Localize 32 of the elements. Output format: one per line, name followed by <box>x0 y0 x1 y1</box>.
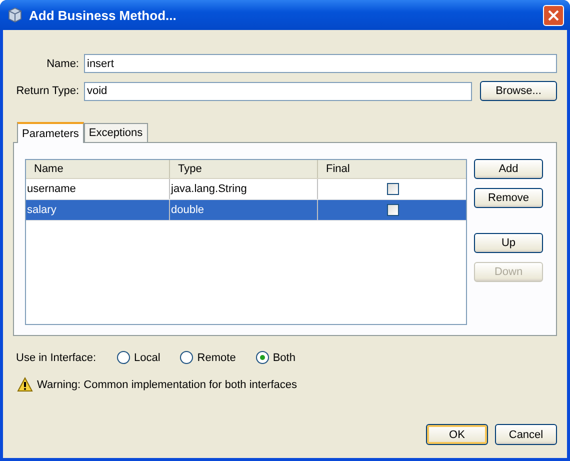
cube-icon <box>7 7 23 23</box>
warning-message: Warning: Common implementation for both interfaces <box>37 378 298 390</box>
side-button[interactable]: Remove <box>474 188 543 208</box>
checkbox[interactable] <box>386 183 398 195</box>
window-title: Add Business Method... <box>29 8 178 22</box>
radio-option[interactable]: Both <box>256 351 296 364</box>
text-field[interactable]: void <box>84 82 472 100</box>
column-header[interactable]: Type <box>170 160 318 178</box>
checkbox[interactable] <box>386 204 398 216</box>
radio-option[interactable]: Local <box>117 351 160 364</box>
side-button[interactable]: Up <box>474 233 543 253</box>
tab[interactable]: Parameters <box>17 122 84 143</box>
radio-option[interactable]: Remote <box>180 351 236 364</box>
close-button[interactable] <box>543 4 564 26</box>
table-row[interactable]: salary double <box>26 200 466 221</box>
tab[interactable]: Exceptions <box>84 123 148 142</box>
interface-label: Use in Interface: <box>16 352 98 364</box>
dialog-button[interactable]: OK <box>426 424 488 445</box>
warning-icon <box>17 377 33 392</box>
column-header[interactable]: Name <box>26 160 170 178</box>
column-header[interactable]: Final <box>318 160 466 178</box>
browse-button[interactable]: Browse... <box>480 81 557 101</box>
table-cell: java.lang.String <box>170 179 318 199</box>
field-label: Name: <box>46 58 79 70</box>
close-icon <box>548 10 559 20</box>
table-cell: double <box>170 200 318 220</box>
table-cell: salary <box>26 200 170 220</box>
dialog-button[interactable]: Cancel <box>495 424 557 445</box>
text-field[interactable]: insert <box>84 54 557 73</box>
field-label: Return Type: <box>15 85 79 97</box>
table-cell: username <box>26 179 170 199</box>
side-button[interactable]: Add <box>474 159 543 179</box>
